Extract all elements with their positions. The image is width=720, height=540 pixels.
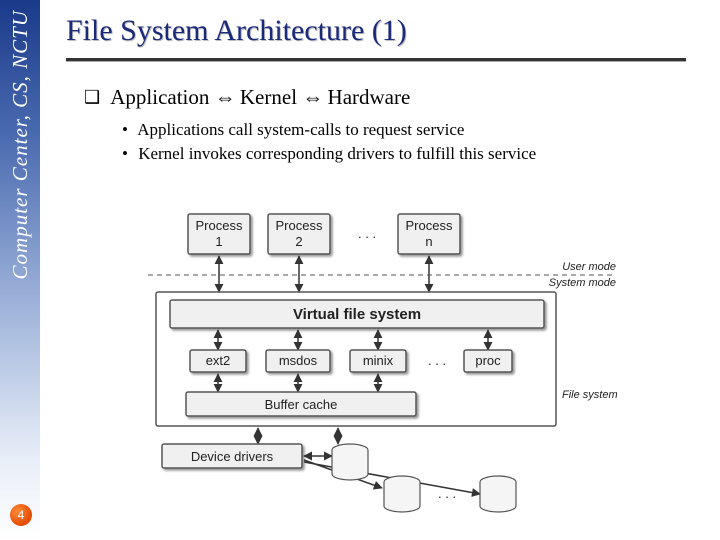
- bullet-part-hardware: Hardware: [328, 85, 411, 109]
- svg-text:Process: Process: [406, 218, 453, 233]
- svg-text:proc: proc: [475, 353, 501, 368]
- storage-cylinder-icon: [480, 476, 516, 512]
- sub-bullet-text: Applications call system-calls to reques…: [137, 120, 464, 139]
- dot-bullet-icon: •: [122, 120, 128, 139]
- bullet-part-application: Application: [110, 85, 209, 109]
- vfs-label: Virtual file system: [293, 306, 421, 323]
- double-arrow-icon: ⇔: [215, 85, 235, 109]
- title-rule: [66, 58, 686, 61]
- svg-text:msdos: msdos: [279, 353, 318, 368]
- slide-content: File System Architecture (1) ❑ Applicati…: [66, 14, 696, 168]
- system-mode-label: System mode: [549, 277, 616, 289]
- storage-cylinder-icon: [384, 476, 420, 512]
- svg-text:2: 2: [295, 234, 302, 249]
- dots-icon: . . .: [438, 486, 456, 501]
- svg-text:Process: Process: [276, 218, 323, 233]
- svg-text:n: n: [425, 234, 432, 249]
- org-vertical-text: Computer Center, CS, NCTU: [8, 10, 33, 279]
- fs-side-label: File system: [562, 389, 618, 401]
- page-number-badge: 4: [10, 504, 32, 526]
- slide-title: File System Architecture (1): [66, 14, 696, 48]
- dots-icon: . . .: [428, 353, 446, 368]
- architecture-diagram: Process 1 Process 2 . . . Process n User…: [118, 210, 638, 520]
- user-mode-label: User mode: [562, 261, 616, 273]
- svg-text:Process: Process: [196, 218, 243, 233]
- sidebar-gradient: Computer Center, CS, NCTU: [0, 0, 40, 540]
- sub-bullet-text: Kernel invokes corresponding drivers to …: [138, 144, 536, 163]
- process-box: Process n: [398, 214, 460, 254]
- bullet-part-kernel: Kernel: [240, 85, 297, 109]
- dot-bullet-icon: •: [122, 144, 128, 163]
- storage-cylinder-icon: [332, 444, 368, 480]
- svg-text:ext2: ext2: [206, 353, 231, 368]
- svg-text:Device drivers: Device drivers: [191, 449, 274, 464]
- sub-bullet: • Applications call system-calls to requ…: [122, 120, 696, 140]
- svg-text:minix: minix: [363, 353, 394, 368]
- svg-text:Buffer cache: Buffer cache: [265, 397, 338, 412]
- sub-bullet: • Kernel invokes corresponding drivers t…: [122, 144, 696, 164]
- process-box: Process 2: [268, 214, 330, 254]
- process-box: Process 1: [188, 214, 250, 254]
- main-bullet: ❑ Application ⇔ Kernel ⇔ Hardware: [66, 85, 696, 110]
- dots-icon: . . .: [358, 226, 376, 241]
- svg-text:1: 1: [215, 234, 222, 249]
- double-arrow-icon: ⇔: [302, 85, 322, 109]
- square-bullet-icon: ❑: [84, 87, 100, 108]
